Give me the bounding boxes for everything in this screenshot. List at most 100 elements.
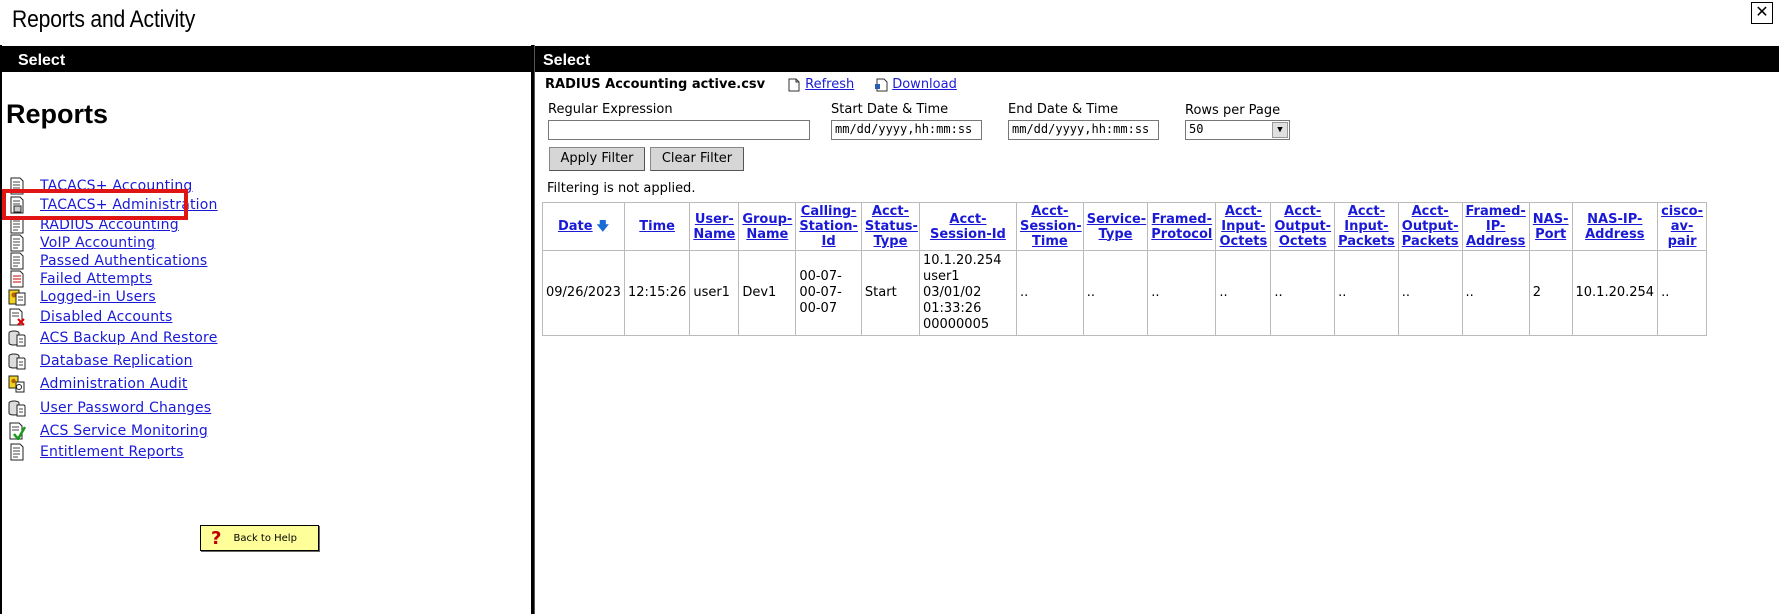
regex-input[interactable] bbox=[548, 120, 810, 140]
reports-heading: Reports bbox=[6, 99, 109, 129]
report-link[interactable]: Database Replication bbox=[40, 353, 193, 369]
column-header-label[interactable]: Acct-Input-Packets bbox=[1338, 204, 1395, 249]
document-icon bbox=[8, 252, 26, 270]
report-link[interactable]: Administration Audit bbox=[40, 376, 188, 392]
column-header-label[interactable]: cisco-av-pair bbox=[1661, 204, 1703, 249]
highlight-box bbox=[2, 189, 188, 220]
column-header-cisco-av-pair[interactable]: cisco-av-pair bbox=[1657, 202, 1708, 251]
table-cell: 10.1.20.254 user1 03/01/02 01:33:26 0000… bbox=[918, 250, 1017, 336]
column-header-label[interactable]: Time bbox=[639, 219, 675, 234]
file-toolbar: RADIUS Accounting active.csv Refresh Dow… bbox=[545, 77, 977, 92]
column-header-label[interactable]: Acct-Output-Octets bbox=[1274, 204, 1331, 249]
column-header-label[interactable]: Calling-Station-Id bbox=[799, 204, 858, 249]
report-item-user-password-changes[interactable]: User Password Changes bbox=[8, 398, 211, 418]
column-header-nas-ip-address[interactable]: NAS-IP-Address bbox=[1571, 202, 1659, 251]
database-document-icon bbox=[8, 352, 26, 370]
report-link[interactable]: ACS Service Monitoring bbox=[40, 423, 208, 439]
close-icon[interactable]: ✕ bbox=[1755, 2, 1768, 21]
report-item-entitlement-reports[interactable]: Entitlement Reports bbox=[8, 442, 184, 462]
rows-per-page-value: 50 bbox=[1189, 122, 1204, 136]
column-header-acct-input-octets[interactable]: Acct-Input-Octets bbox=[1215, 202, 1272, 251]
column-header-label[interactable]: Framed-IP-Address bbox=[1466, 204, 1526, 249]
table-cell: .. bbox=[1082, 250, 1149, 336]
column-header-label[interactable]: Service-Type bbox=[1087, 212, 1146, 242]
column-header-label[interactable]: Acct-Input-Octets bbox=[1220, 204, 1268, 249]
table-cell: Dev1 bbox=[738, 250, 797, 336]
download-link[interactable]: Download bbox=[892, 77, 957, 92]
column-header-label[interactable]: NAS-Port bbox=[1533, 212, 1569, 242]
report-link[interactable]: Passed Authentications bbox=[40, 253, 207, 269]
start-date-input[interactable]: mm/dd/yyyy,hh:mm:ss bbox=[831, 120, 982, 140]
column-header-acct-status-type[interactable]: Acct-Status-Type bbox=[860, 202, 920, 251]
report-link[interactable]: Entitlement Reports bbox=[40, 444, 184, 460]
download-icon bbox=[874, 78, 888, 92]
column-header-label[interactable]: Group-Name bbox=[742, 212, 792, 242]
column-header-user-name[interactable]: User-Name bbox=[689, 202, 740, 251]
column-header-time[interactable]: Time bbox=[623, 202, 691, 251]
column-header-label[interactable]: NAS-IP-Address bbox=[1585, 212, 1644, 242]
admin-users-icon bbox=[8, 375, 26, 393]
report-link[interactable]: Failed Attempts bbox=[40, 271, 152, 287]
table-cell: .. bbox=[1397, 250, 1463, 336]
report-link[interactable]: User Password Changes bbox=[40, 400, 211, 416]
column-header-framed-ip-address[interactable]: Framed-IP-Address bbox=[1461, 202, 1530, 251]
start-date-label: Start Date & Time bbox=[831, 102, 949, 117]
column-header-date[interactable]: Date 🡇 bbox=[542, 202, 625, 251]
column-header-label[interactable]: Acct-Session-Time bbox=[1020, 204, 1082, 249]
report-link[interactable]: Logged-in Users bbox=[40, 289, 156, 305]
back-to-help-button[interactable]: ? Back to Help bbox=[200, 525, 319, 551]
clear-filter-button[interactable]: Clear Filter bbox=[650, 147, 744, 171]
column-header-service-type[interactable]: Service-Type bbox=[1082, 202, 1149, 251]
database-document-icon bbox=[8, 329, 26, 347]
refresh-link[interactable]: Refresh bbox=[805, 77, 854, 92]
report-item-administration-audit[interactable]: Administration Audit bbox=[8, 374, 188, 394]
end-date-label: End Date & Time bbox=[1008, 102, 1119, 117]
column-header-calling-station-id[interactable]: Calling-Station-Id bbox=[795, 202, 862, 251]
column-header-group-name[interactable]: Group-Name bbox=[738, 202, 797, 251]
report-link[interactable]: ACS Backup And Restore bbox=[40, 330, 218, 346]
column-header-label[interactable]: Date bbox=[558, 219, 593, 234]
rows-per-page-label: Rows per Page bbox=[1185, 103, 1281, 118]
report-item-failed-attempts[interactable]: Failed Attempts bbox=[8, 269, 152, 289]
report-item-acs-backup-and-restore[interactable]: ACS Backup And Restore bbox=[8, 328, 218, 348]
chevron-down-icon[interactable]: ▼ bbox=[1272, 122, 1288, 138]
report-link[interactable]: VoIP Accounting bbox=[40, 235, 155, 251]
close-button[interactable]: ✕ bbox=[1751, 2, 1773, 24]
file-name: RADIUS Accounting active.csv bbox=[545, 77, 766, 92]
report-link[interactable]: Disabled Accounts bbox=[40, 309, 173, 325]
users-icon bbox=[8, 288, 26, 306]
report-item-disabled-accounts[interactable]: Disabled Accounts bbox=[8, 307, 173, 327]
rows-per-page-select[interactable]: 50 ▼ bbox=[1185, 120, 1290, 140]
table-cell: 09/26/2023 bbox=[542, 250, 625, 336]
end-date-input[interactable]: mm/dd/yyyy,hh:mm:ss bbox=[1008, 120, 1159, 140]
column-header-acct-output-octets[interactable]: Acct-Output-Octets bbox=[1270, 202, 1336, 251]
right-pane: Select RADIUS Accounting active.csv Refr… bbox=[534, 45, 1779, 614]
report-item-logged-in-users[interactable]: Logged-in Users bbox=[8, 287, 156, 307]
back-to-help-label: Back to Help bbox=[233, 532, 297, 544]
right-pane-header: Select bbox=[535, 46, 1779, 72]
document-icon bbox=[8, 443, 26, 461]
report-item-database-replication[interactable]: Database Replication bbox=[8, 351, 193, 371]
report-item-acs-service-monitoring[interactable]: ACS Service Monitoring bbox=[8, 421, 208, 441]
column-header-label[interactable]: Acct-Output-Packets bbox=[1402, 204, 1459, 249]
column-header-label[interactable]: Framed-Protocol bbox=[1151, 212, 1212, 242]
column-header-acct-session-id[interactable]: Acct-Session-Id bbox=[918, 202, 1017, 251]
regex-label: Regular Expression bbox=[548, 102, 673, 117]
help-question-icon: ? bbox=[211, 527, 222, 549]
report-item-passed-authentications[interactable]: Passed Authentications bbox=[8, 251, 207, 271]
column-header-label[interactable]: User-Name bbox=[693, 212, 735, 242]
report-item-voip-accounting[interactable]: VoIP Accounting bbox=[8, 233, 155, 253]
column-header-label[interactable]: Acct-Session-Id bbox=[930, 212, 1006, 242]
table-cell: 00-07-00-07-00-07 bbox=[795, 250, 862, 336]
column-header-acct-output-packets[interactable]: Acct-Output-Packets bbox=[1397, 202, 1463, 251]
table-cell: .. bbox=[1215, 250, 1272, 336]
apply-filter-button[interactable]: Apply Filter bbox=[549, 147, 645, 171]
sort-down-icon[interactable]: 🡇 bbox=[597, 219, 609, 234]
table-cell: 2 bbox=[1528, 250, 1573, 336]
column-header-label[interactable]: Acct-Status-Type bbox=[865, 204, 918, 249]
column-header-nas-port[interactable]: NAS-Port bbox=[1528, 202, 1573, 251]
column-header-acct-input-packets[interactable]: Acct-Input-Packets bbox=[1334, 202, 1399, 251]
database-document-icon bbox=[8, 399, 26, 417]
column-header-acct-session-time[interactable]: Acct-Session-Time bbox=[1015, 202, 1084, 251]
column-header-framed-protocol[interactable]: Framed-Protocol bbox=[1147, 202, 1217, 251]
